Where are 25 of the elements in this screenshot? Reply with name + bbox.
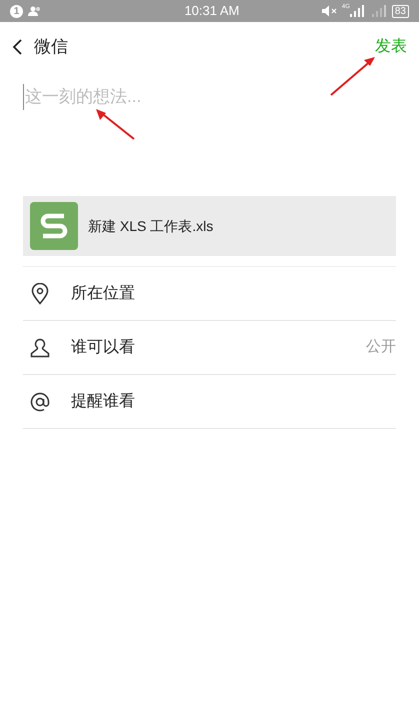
option-label: 提醒谁看 bbox=[71, 392, 136, 412]
person-icon bbox=[30, 338, 50, 358]
post-input-field[interactable]: 这一刻的想法... bbox=[23, 84, 396, 110]
contacts-icon bbox=[28, 6, 42, 16]
battery-level: 83 bbox=[392, 4, 409, 18]
annotation-arrow bbox=[329, 55, 377, 97]
notification-badge: 1 bbox=[10, 4, 23, 18]
option-row[interactable]: 提醒谁看 bbox=[23, 375, 396, 429]
signal-icon bbox=[372, 5, 386, 17]
clock-time: 10:31 AM bbox=[183, 2, 240, 20]
file-attachment[interactable]: 新建 XLS 工作表.xls bbox=[23, 196, 396, 256]
spreadsheet-file-icon bbox=[30, 202, 78, 250]
at-sign-icon bbox=[30, 392, 50, 412]
file-name: 新建 XLS 工作表.xls bbox=[88, 216, 214, 236]
option-label: 谁可以看 bbox=[71, 338, 136, 358]
option-label: 所在位置 bbox=[71, 284, 136, 304]
option-row[interactable]: 所在位置 bbox=[23, 267, 396, 321]
muted-speaker-icon bbox=[322, 5, 338, 17]
location-pin-icon bbox=[31, 282, 49, 304]
signal-icon bbox=[350, 5, 364, 17]
back-icon bbox=[12, 39, 22, 55]
option-value: 公开 bbox=[366, 337, 396, 358]
back-button[interactable]: 微信 bbox=[12, 34, 68, 60]
annotation-arrow bbox=[94, 107, 136, 141]
option-row[interactable]: 谁可以看 公开 bbox=[23, 321, 396, 375]
